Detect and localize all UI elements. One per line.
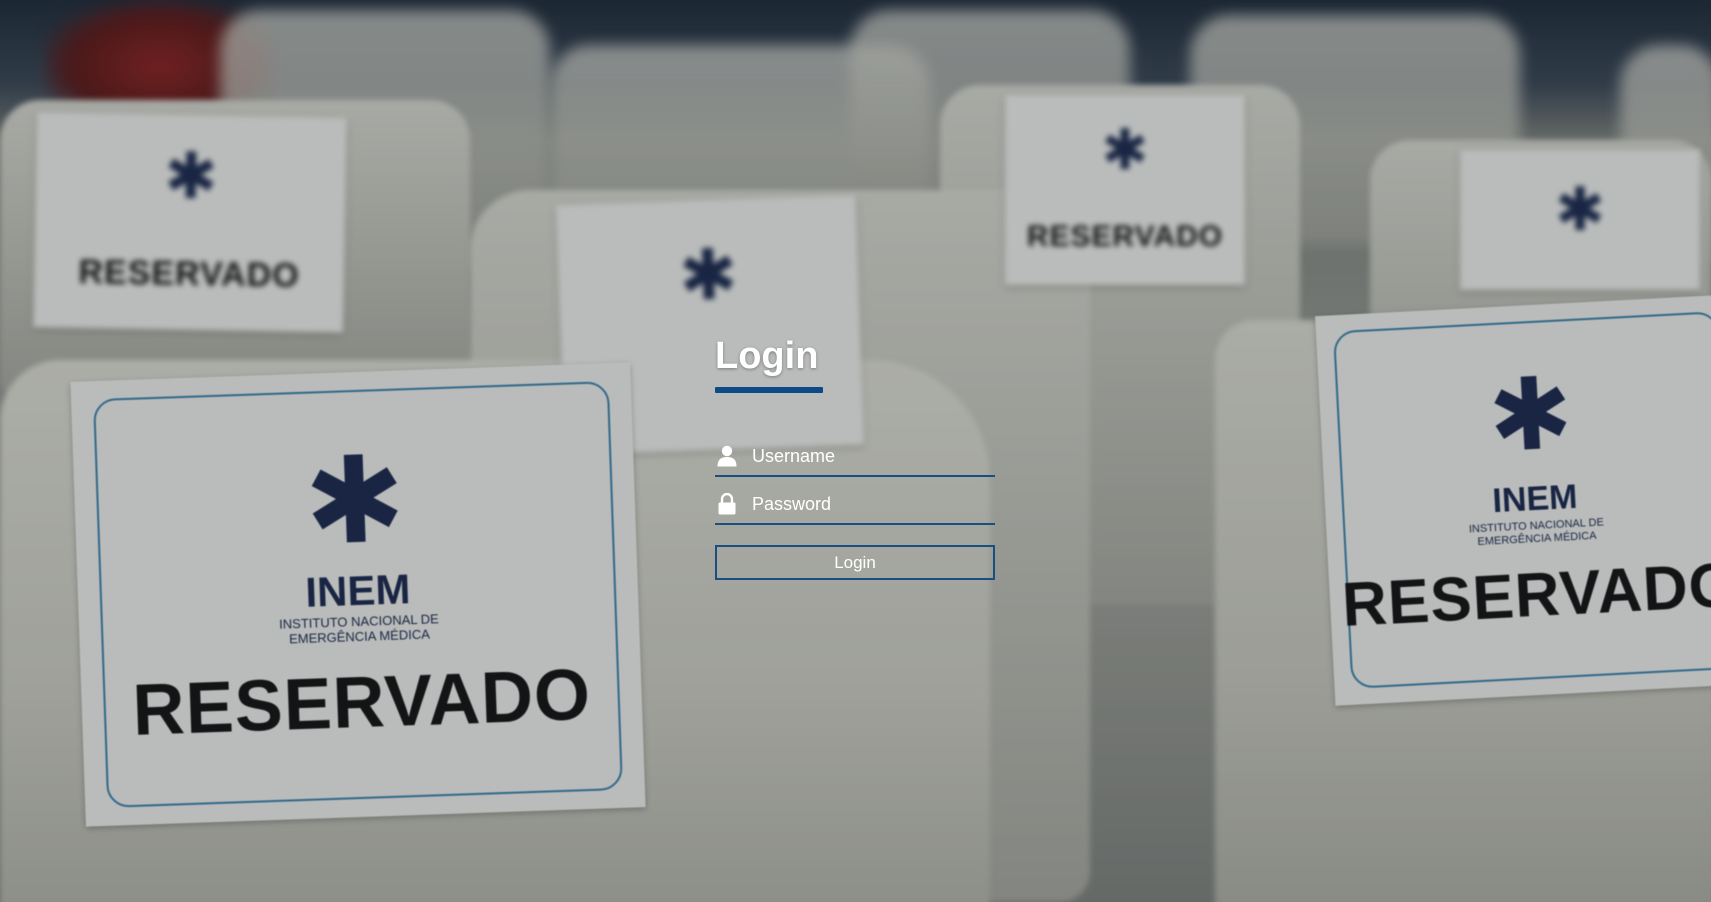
username-input[interactable] — [752, 441, 995, 471]
lock-icon — [715, 492, 739, 516]
user-icon — [715, 444, 739, 468]
password-field — [715, 485, 995, 525]
login-button[interactable]: Login — [715, 545, 995, 580]
login-form: Login Login — [715, 332, 995, 580]
login-page: ✱ RESERVADO ✱ ✱ RESERVADO ✱ ✱ INEM INSTI… — [0, 0, 1711, 902]
title-underline — [715, 387, 823, 393]
password-input[interactable] — [752, 489, 995, 519]
username-field — [715, 437, 995, 477]
login-title: Login — [715, 335, 819, 377]
